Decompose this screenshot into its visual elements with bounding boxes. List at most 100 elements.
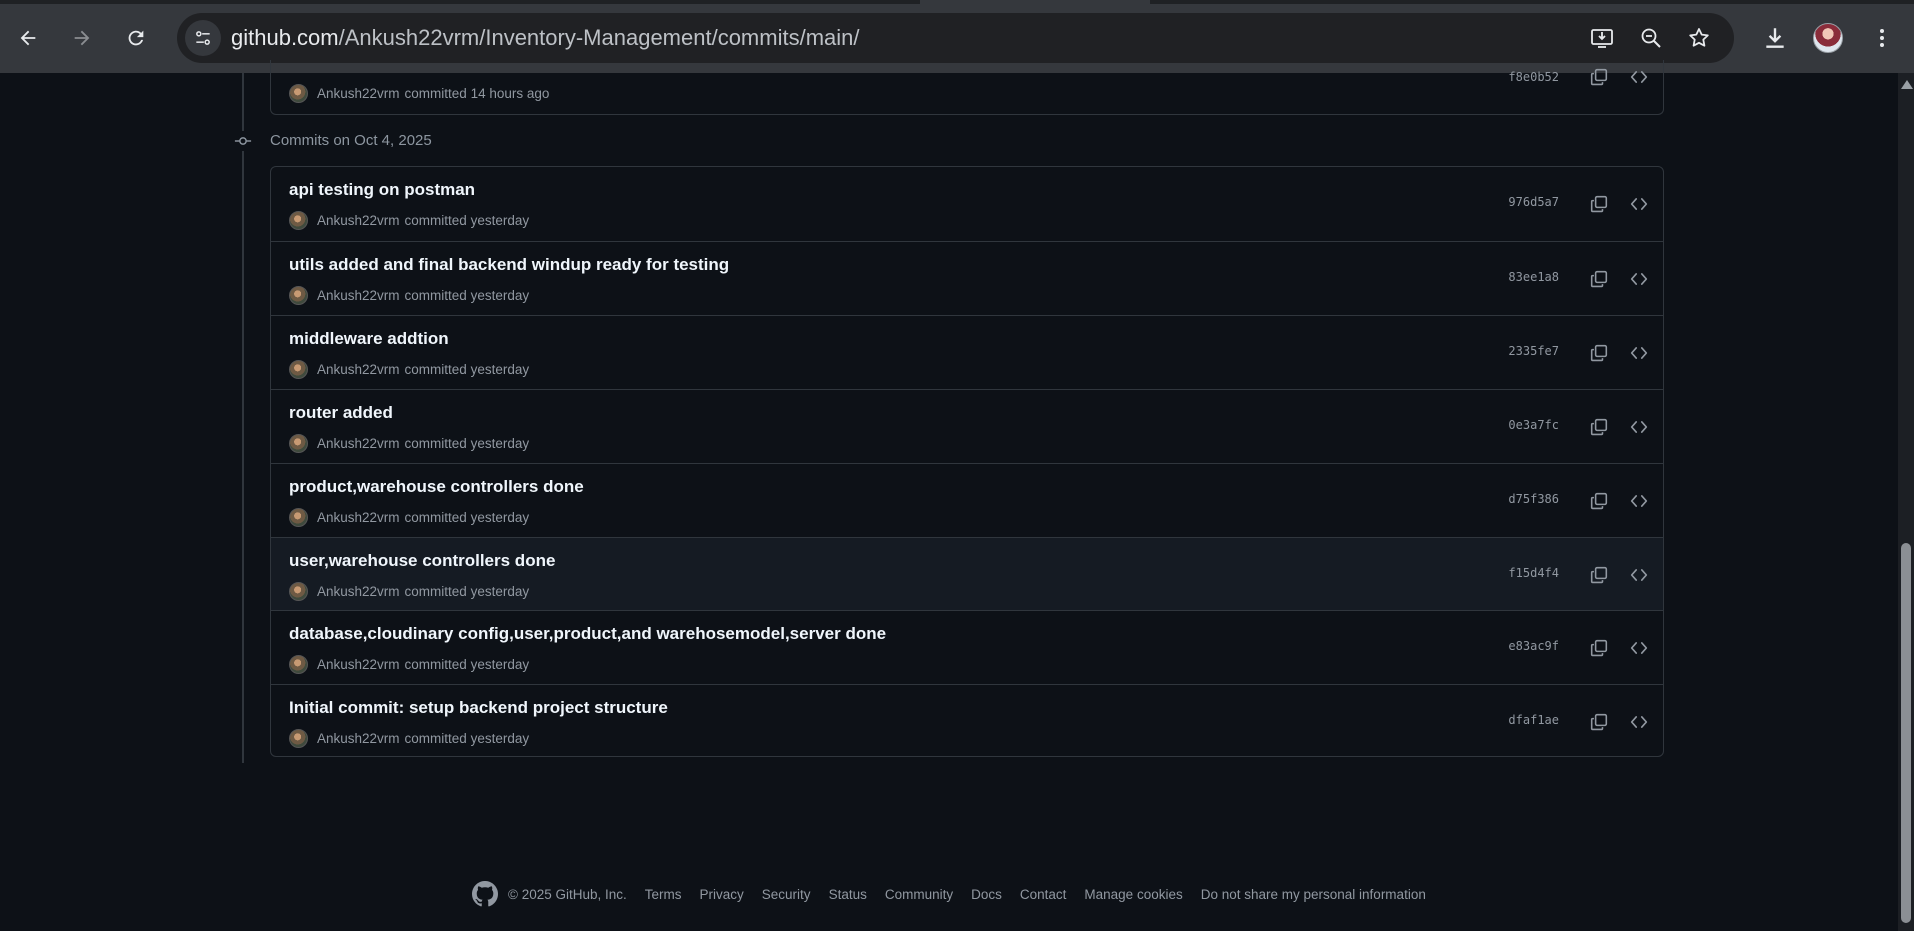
reload-button[interactable]	[118, 20, 154, 56]
copy-sha-button[interactable]	[1583, 188, 1615, 220]
profile-avatar[interactable]	[1813, 23, 1843, 53]
commit-sha[interactable]: dfaf1ae	[1508, 713, 1559, 727]
scrollbar-thumb[interactable]	[1901, 543, 1911, 923]
footer-link-status[interactable]: Status	[829, 887, 867, 902]
commit-row[interactable]: api testing on postman Ankush22vrm committ…	[271, 167, 1663, 241]
site-info-button[interactable]	[185, 20, 221, 56]
commit-row[interactable]: product,warehouse controllers done Ankush…	[271, 463, 1663, 537]
commit-author[interactable]: Ankush22vrm	[317, 731, 400, 746]
github-logo-icon[interactable]	[472, 881, 498, 907]
browse-code-button[interactable]	[1623, 559, 1655, 591]
commit-title[interactable]: product,warehouse controllers done	[289, 477, 584, 497]
zoom-button[interactable]	[1638, 25, 1664, 51]
commit-title[interactable]: middleware addtion	[289, 329, 449, 349]
footer-link-manage-cookies[interactable]: Manage cookies	[1084, 887, 1182, 902]
commit-row[interactable]: database,cloudinary config,user,product,…	[271, 610, 1663, 684]
commit-row[interactable]: Initial commit: setup backend project st…	[271, 684, 1663, 756]
address-bar[interactable]: github.com/Ankush22vrm/Inventory-Managem…	[177, 13, 1734, 63]
downloads-button[interactable]	[1759, 22, 1791, 54]
install-app-button[interactable]	[1589, 25, 1615, 51]
footer-link-privacy[interactable]: Privacy	[700, 887, 744, 902]
commit-meta: Ankush22vrm committed yesterday	[289, 359, 529, 379]
scroll-up-arrow[interactable]	[1901, 80, 1913, 89]
footer-copyright: © 2025 GitHub, Inc.	[508, 886, 627, 902]
forward-button[interactable]	[64, 20, 100, 56]
active-tab-edge[interactable]	[920, 0, 1150, 4]
copy-sha-button[interactable]	[1583, 485, 1615, 517]
author-avatar[interactable]	[289, 581, 308, 601]
copy-sha-button[interactable]	[1583, 632, 1615, 664]
copy-sha-button[interactable]	[1583, 61, 1615, 93]
footer-link-contact[interactable]: Contact	[1020, 887, 1067, 902]
commit-title[interactable]: utils added and final backend windup rea…	[289, 255, 729, 275]
commit-sha[interactable]: 2335fe7	[1508, 344, 1559, 358]
commit-author[interactable]: Ankush22vrm	[317, 584, 400, 599]
copy-sha-button[interactable]	[1583, 337, 1615, 369]
commit-sha[interactable]: f15d4f4	[1508, 566, 1559, 580]
commit-author[interactable]: Ankush22vrm	[317, 213, 400, 228]
code-icon	[1630, 495, 1648, 507]
page-scrollbar[interactable]	[1898, 73, 1914, 931]
browse-code-button[interactable]	[1623, 337, 1655, 369]
commit-sha[interactable]: d75f386	[1508, 492, 1559, 506]
back-button[interactable]	[10, 20, 46, 56]
commit-author[interactable]: Ankush22vrm	[317, 510, 400, 525]
commit-title[interactable]: database,cloudinary config,user,product,…	[289, 624, 886, 644]
browse-code-button[interactable]	[1623, 188, 1655, 220]
timeline-line	[242, 73, 244, 763]
author-avatar[interactable]	[289, 210, 308, 230]
commit-title[interactable]: user,warehouse controllers done	[289, 551, 555, 571]
footer-link-do-not-share[interactable]: Do not share my personal information	[1201, 887, 1426, 902]
author-avatar[interactable]	[289, 433, 308, 453]
commit-row[interactable]: middleware addtion Ankush22vrm committed y…	[271, 315, 1663, 389]
copy-sha-button[interactable]	[1583, 263, 1615, 295]
author-avatar[interactable]	[289, 359, 308, 379]
footer-link-docs[interactable]: Docs	[971, 887, 1002, 902]
author-avatar[interactable]	[289, 728, 308, 748]
commit-author[interactable]: Ankush22vrm	[317, 436, 400, 451]
commit-sha[interactable]: 0e3a7fc	[1508, 418, 1559, 432]
commit-author[interactable]: Ankush22vrm	[317, 657, 400, 672]
footer-link-security[interactable]: Security	[762, 887, 811, 902]
browse-code-button[interactable]	[1623, 706, 1655, 738]
commit-sha[interactable]: 976d5a7	[1508, 195, 1559, 209]
footer-link-terms[interactable]: Terms	[645, 887, 682, 902]
footer-link-community[interactable]: Community	[885, 887, 953, 902]
reload-icon	[128, 30, 144, 46]
commit-group-node	[233, 131, 253, 151]
commit-action: committed	[404, 212, 467, 228]
commit-author[interactable]: Ankush22vrm	[317, 288, 400, 303]
bookmark-star-button[interactable]	[1686, 25, 1712, 51]
browse-code-button[interactable]	[1623, 61, 1655, 93]
author-avatar[interactable]	[289, 507, 308, 527]
copy-sha-button[interactable]	[1583, 706, 1615, 738]
commit-title[interactable]: router added	[289, 403, 393, 423]
copy-sha-button[interactable]	[1583, 559, 1615, 591]
commit-sha[interactable]: e83ac9f	[1508, 639, 1559, 653]
browse-code-button[interactable]	[1623, 263, 1655, 295]
browser-menu-button[interactable]	[1866, 22, 1898, 54]
commit-row[interactable]: user,warehouse controllers done Ankush22v…	[271, 537, 1663, 611]
commit-sha[interactable]: 83ee1a8	[1508, 270, 1559, 284]
commit-title[interactable]: api testing on postman	[289, 180, 475, 200]
commit-author[interactable]: Ankush22vrm	[317, 86, 400, 101]
author-avatar[interactable]	[289, 83, 308, 103]
commit-title[interactable]: Initial commit: setup backend project st…	[289, 698, 668, 718]
commit-row[interactable]: utils added and final backend windup rea…	[271, 241, 1663, 315]
copy-sha-button[interactable]	[1583, 411, 1615, 443]
author-avatar[interactable]	[289, 285, 308, 305]
tab-strip	[0, 0, 1914, 4]
browse-code-button[interactable]	[1623, 632, 1655, 664]
copy-icon	[1590, 68, 1608, 86]
commit-meta: Ankush22vrm committed yesterday	[289, 507, 529, 527]
url-text[interactable]: github.com/Ankush22vrm/Inventory-Managem…	[231, 25, 860, 51]
commit-sha[interactable]: f8e0b52	[1508, 70, 1559, 84]
author-avatar[interactable]	[289, 654, 308, 674]
commit-meta: Ankush22vrm committed yesterday	[289, 210, 529, 230]
commit-row[interactable]: router added Ankush22vrm committed yesterd…	[271, 389, 1663, 463]
commit-time: yesterday	[470, 730, 530, 746]
browse-code-button[interactable]	[1623, 485, 1655, 517]
commit-group-heading: Commits on Oct 4, 2025	[270, 132, 432, 149]
browse-code-button[interactable]	[1623, 411, 1655, 443]
commit-author[interactable]: Ankush22vrm	[317, 362, 400, 377]
